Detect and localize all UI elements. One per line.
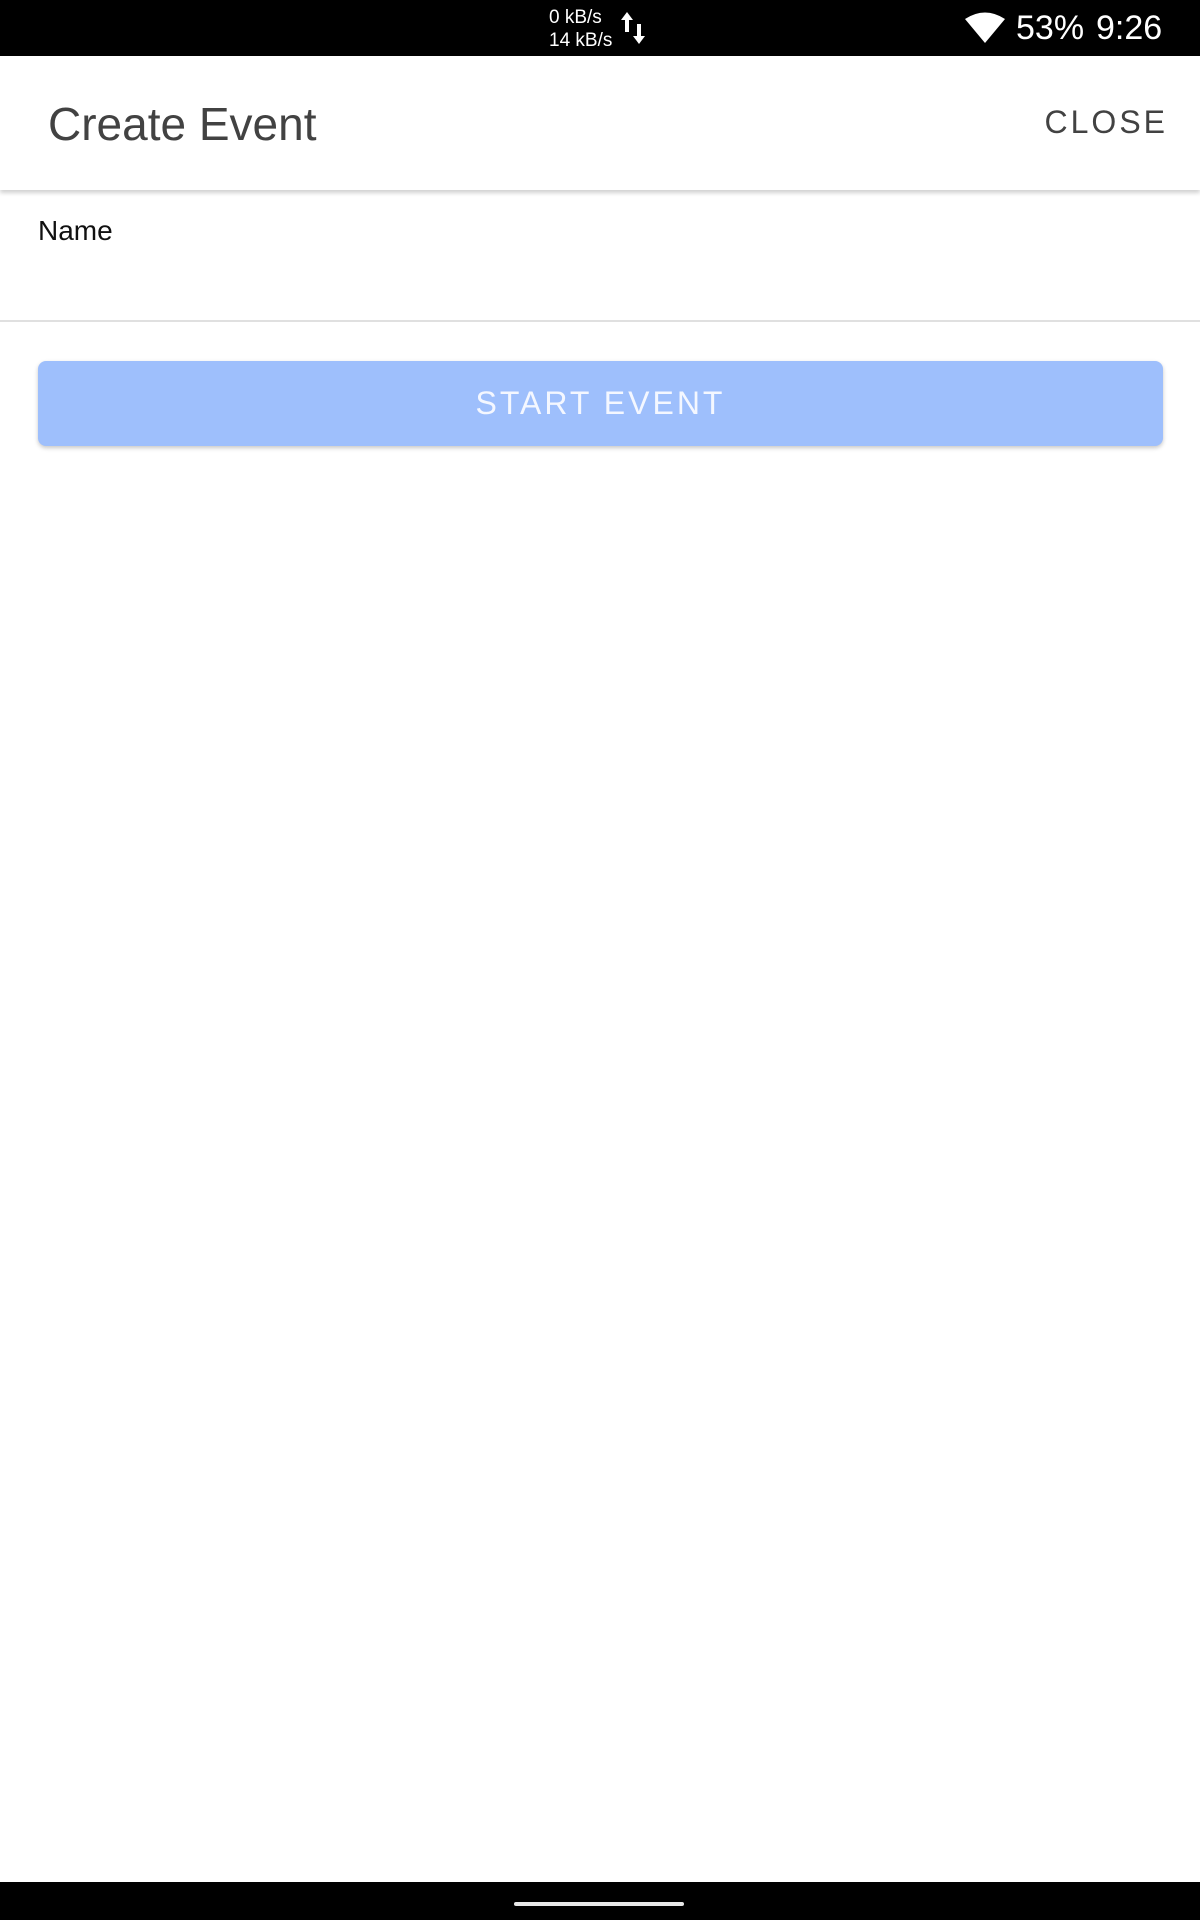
- page-title: Create Event: [48, 98, 317, 150]
- network-speed: 0 kB/s 14 kB/s: [549, 6, 612, 52]
- battery-percentage: 53%: [1016, 9, 1085, 47]
- app-bar: Create Event CLOSE: [0, 56, 1200, 190]
- screen: 0 kB/s 14 kB/s 53% 9:26 Create Event CLO…: [0, 0, 1200, 1920]
- wifi-icon: [965, 12, 1005, 43]
- navigation-bar: [0, 1882, 1200, 1920]
- updown-arrows-icon: [621, 12, 645, 44]
- name-input[interactable]: [38, 258, 1162, 314]
- status-bar: 0 kB/s 14 kB/s 53% 9:26: [0, 0, 1200, 56]
- name-label: Name: [38, 215, 113, 246]
- close-button[interactable]: CLOSE: [1045, 102, 1168, 142]
- start-event-button[interactable]: START EVENT: [38, 361, 1163, 446]
- name-field: Name: [0, 190, 1200, 322]
- download-speed: 14 kB/s: [549, 30, 613, 51]
- upload-speed: 0 kB/s: [549, 7, 602, 28]
- home-gesture-handle[interactable]: [514, 1902, 684, 1906]
- clock: 9:26: [1096, 9, 1163, 47]
